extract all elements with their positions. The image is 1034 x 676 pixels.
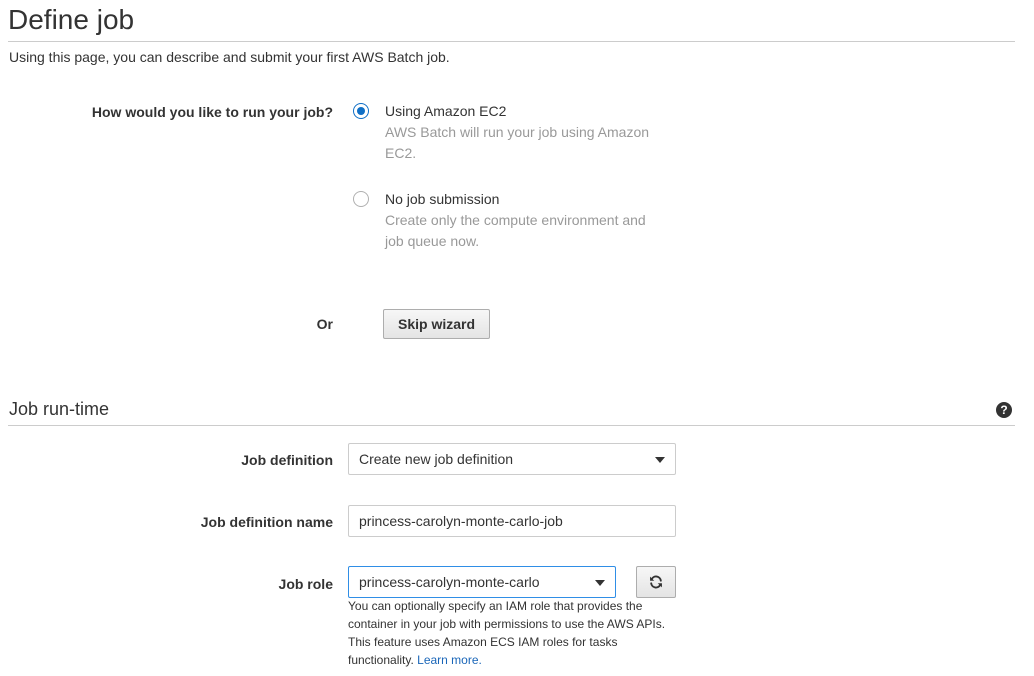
job-role-value: princess-carolyn-monte-carlo xyxy=(359,574,540,590)
title-divider xyxy=(8,41,1015,42)
job-definition-name-label: Job definition name xyxy=(200,514,333,530)
radio-no-submission[interactable] xyxy=(353,191,369,207)
page-title: Define job xyxy=(8,4,135,35)
job-definition-name-input[interactable]: princess-carolyn-monte-carlo-job xyxy=(348,505,676,537)
job-definition-label: Job definition xyxy=(241,452,333,468)
skip-wizard-button[interactable]: Skip wizard xyxy=(383,309,490,339)
refresh-icon xyxy=(650,575,662,589)
job-role-hint: You can optionally specify an IAM role t… xyxy=(348,597,678,669)
option-no-submission-description: Create only the compute environment and … xyxy=(385,212,646,249)
section-divider xyxy=(8,425,1015,426)
learn-more-link[interactable]: Learn more. xyxy=(417,653,482,667)
option-no-submission-title[interactable]: No job submission xyxy=(385,190,499,208)
option-ec2-description: AWS Batch will run your job using Amazon… xyxy=(385,124,650,161)
job-role-label: Job role xyxy=(278,576,333,592)
option-ec2-title[interactable]: Using Amazon EC2 xyxy=(385,102,506,120)
job-definition-value: Create new job definition xyxy=(359,451,514,467)
job-definition-name-value: princess-carolyn-monte-carlo-job xyxy=(359,513,563,529)
job-role-select[interactable]: princess-carolyn-monte-carlo xyxy=(348,566,616,598)
radio-ec2[interactable] xyxy=(353,103,369,119)
or-label: Or xyxy=(316,316,333,332)
chevron-down-icon xyxy=(655,457,665,463)
chevron-down-icon xyxy=(595,580,605,586)
section-title-job-runtime: Job run-time xyxy=(9,399,110,419)
page-description: Using this page, you can describe and su… xyxy=(9,49,450,65)
run-question-label: How would you like to run your job? xyxy=(91,104,333,120)
question-circle-icon[interactable]: ? xyxy=(996,402,1012,418)
job-role-hint-text: You can optionally specify an IAM role t… xyxy=(348,599,666,667)
job-definition-select[interactable]: Create new job definition xyxy=(348,443,676,475)
refresh-roles-button[interactable] xyxy=(636,566,676,598)
